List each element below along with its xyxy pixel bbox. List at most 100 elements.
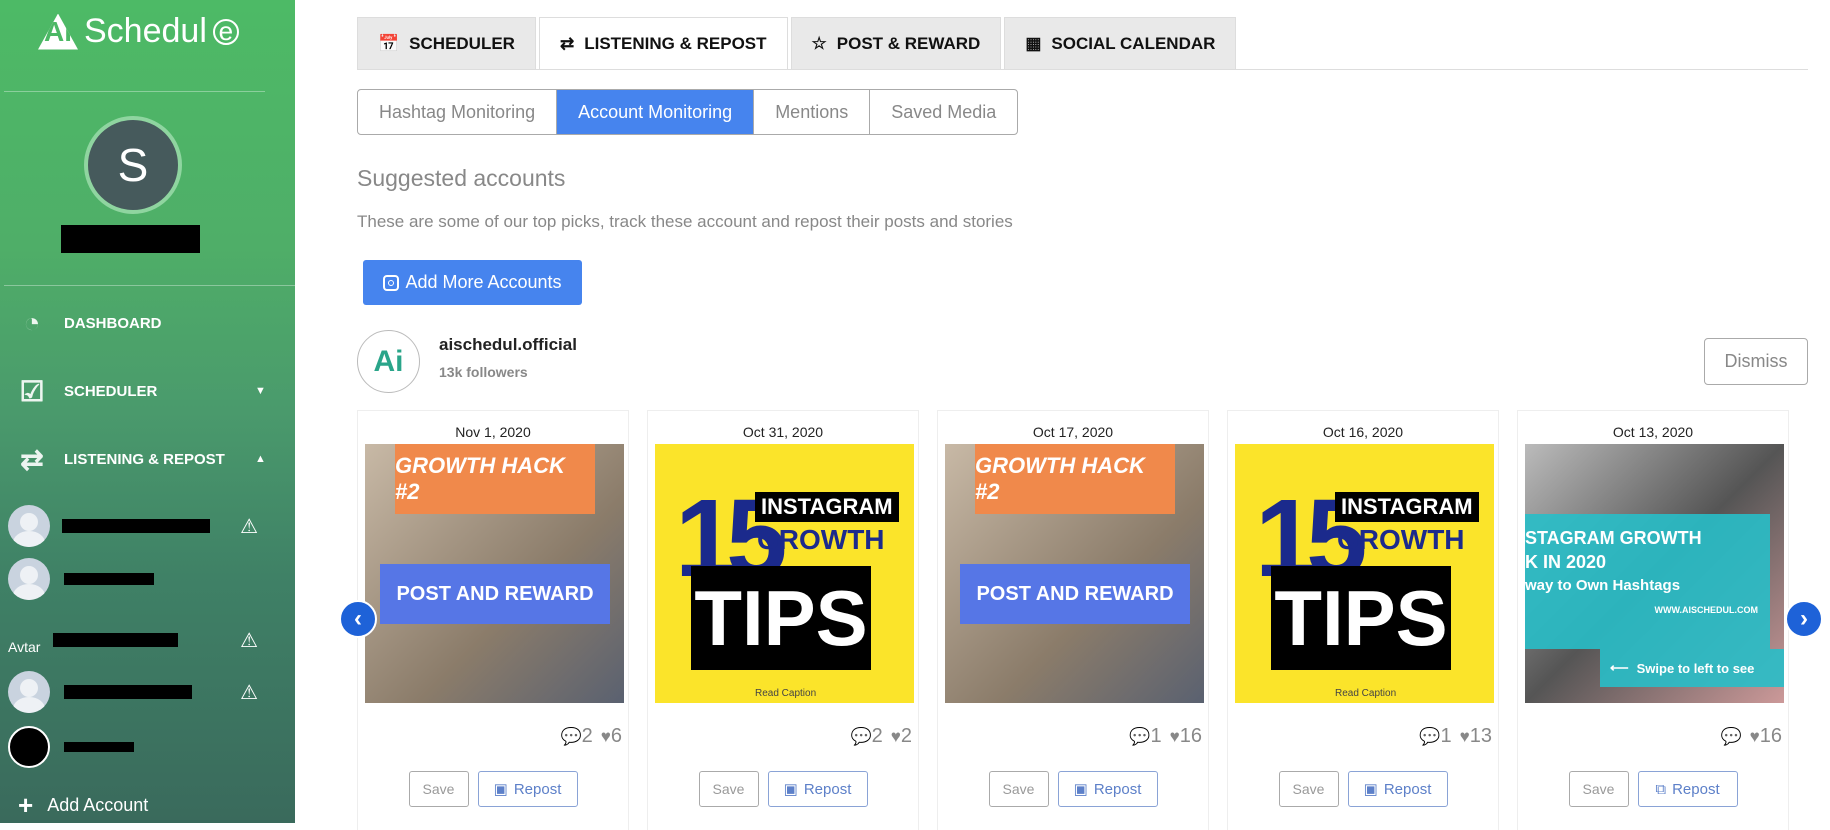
repost-button[interactable]: ▣ Repost	[1347, 771, 1448, 807]
post-card: Nov 1, 2020 GROWTH HACK #2 POST AND REWAR…	[357, 410, 629, 830]
image-text: GROWTH HACK #2	[395, 444, 595, 514]
repost-button[interactable]: ▣ Repost	[1057, 771, 1158, 807]
logo-mark-icon: Ai	[38, 13, 78, 50]
sidebar-account[interactable]: ⚠	[8, 503, 278, 549]
plus-icon: +	[18, 790, 34, 820]
sub-tabs: Hashtag Monitoring Account Monitoring Me…	[357, 89, 1019, 135]
account-name[interactable]: aischedul.official	[439, 335, 577, 355]
main-tabs: 📅 SCHEDULER ⇄ LISTENING & REPOST ☆ POST & R…	[357, 17, 1237, 69]
save-button[interactable]: Save	[1568, 771, 1629, 807]
repost-button[interactable]: ▣ Repost	[477, 771, 578, 807]
repost-button[interactable]: ⧉ Repost	[1637, 771, 1738, 807]
copy-icon: ⧉	[1655, 780, 1667, 798]
image-text: GROWTH HACK #2	[975, 444, 1175, 514]
repost-button[interactable]: ▣ Repost	[767, 771, 868, 807]
subtab-account-monitoring[interactable]: Account Monitoring	[557, 90, 755, 134]
app-logo[interactable]: Ai Schedul e	[38, 12, 239, 51]
sidebar-account[interactable]	[8, 556, 278, 602]
comment-icon: 💬	[1720, 727, 1742, 746]
heart-icon: ♥	[890, 727, 901, 746]
heart-icon: ♥	[1169, 727, 1180, 746]
redacted-name	[64, 685, 192, 699]
post-stats: 💬 ♥16	[1720, 725, 1782, 747]
sidebar-item-scheduler[interactable]: ☑ SCHEDULER ▼	[0, 366, 295, 416]
repeat-icon: ⇄	[20, 443, 44, 475]
post-card: Oct 16, 2020 15 INSTAGRAM GROWTH TIPS Read C…	[1227, 410, 1499, 830]
star-icon: ☆	[811, 33, 827, 53]
redacted-name	[64, 573, 154, 585]
repeat-icon: ⇄	[559, 33, 575, 53]
main-content: 📅 SCHEDULER ⇄ LISTENING & REPOST ☆ POST & R…	[295, 0, 1830, 830]
user-avatar[interactable]: S	[84, 116, 182, 214]
post-stats: 💬2 ♥2	[850, 725, 912, 747]
post-image[interactable]: GROWTH HACK #2 POST AND REWARD	[945, 444, 1204, 703]
post-card: Oct 31, 2020 15 INSTAGRAM GROWTH TIPS Read C…	[647, 410, 919, 830]
sidebar-item-dashboard[interactable]: ◔ DASHBOARD	[0, 298, 295, 348]
warning-icon: ⚠	[240, 629, 258, 652]
post-stats: 💬1 ♥13	[1419, 725, 1492, 747]
heart-icon: ♥	[1749, 727, 1760, 746]
image-text: Read Caption	[1335, 688, 1397, 699]
sidebar-account[interactable]: Avtar ⚠	[8, 617, 278, 663]
avatar	[8, 726, 50, 768]
subtab-saved-media[interactable]: Saved Media	[870, 90, 1017, 134]
save-button[interactable]: Save	[408, 771, 469, 807]
post-carousel: Nov 1, 2020 GROWTH HACK #2 POST AND REWAR…	[357, 410, 1789, 830]
image-text: ⟵ Swipe to left to see	[1600, 649, 1784, 687]
account-avatar[interactable]: Ai	[357, 330, 420, 393]
calendar-check-icon: ☑	[19, 375, 45, 407]
post-image[interactable]: STAGRAM GROWTH K IN 2020 way to Own Hashta…	[1525, 444, 1784, 703]
subtab-hashtag-monitoring[interactable]: Hashtag Monitoring	[358, 90, 558, 134]
post-date: Nov 1, 2020	[455, 424, 531, 440]
tab-post-reward[interactable]: ☆ POST & REWARD	[790, 17, 1002, 69]
avatar	[8, 671, 50, 713]
image-icon: ▣	[783, 781, 798, 798]
image-text: POST AND REWARD	[380, 564, 610, 624]
warning-icon: ⚠	[240, 515, 258, 538]
sidebar: Ai Schedul e S ◔ DASHBOARD ☑ SCHEDULER ▼ ⇄ LIS…	[0, 0, 295, 823]
image-text: TIPS	[691, 566, 871, 670]
save-button[interactable]: Save	[698, 771, 759, 807]
account-followers: 13k followers	[439, 364, 528, 380]
image-text: GROWTH	[1337, 524, 1465, 555]
save-button[interactable]: Save	[988, 771, 1049, 807]
image-icon: ▣	[1363, 781, 1378, 798]
caret-up-icon: ▲	[255, 453, 266, 465]
post-date: Oct 13, 2020	[1612, 424, 1694, 440]
divider	[4, 91, 265, 92]
tab-listening-repost[interactable]: ⇄ LISTENING & REPOST	[538, 17, 788, 69]
subtab-mentions[interactable]: Mentions	[754, 90, 871, 134]
calendar-day-icon: ▦	[1025, 33, 1042, 53]
post-date: Oct 31, 2020	[742, 424, 824, 440]
carousel-next-button[interactable]: ›	[1785, 600, 1823, 638]
sidebar-account[interactable]	[8, 724, 278, 770]
divider	[357, 69, 1808, 70]
redacted-name	[64, 742, 134, 752]
post-image[interactable]: 15 INSTAGRAM GROWTH TIPS Read Caption	[1235, 444, 1494, 703]
save-button[interactable]: Save	[1278, 771, 1339, 807]
warning-icon: ⚠	[240, 681, 258, 704]
avatar	[8, 505, 50, 547]
carousel-prev-button[interactable]: ‹	[339, 600, 377, 638]
image-text: POST AND REWARD	[960, 564, 1190, 624]
redacted-username[interactable]	[61, 225, 200, 253]
image-text: INSTAGRAM	[1335, 492, 1479, 522]
image-text: Read Caption	[755, 688, 817, 699]
tab-social-calendar[interactable]: ▦ SOCIAL CALENDAR	[1004, 17, 1237, 69]
post-card: Oct 13, 2020 STAGRAM GROWTH K IN 2020 way …	[1517, 410, 1789, 830]
sidebar-account[interactable]: ⚠	[8, 669, 278, 715]
post-stats: 💬2 ♥6	[560, 725, 622, 747]
post-image[interactable]: GROWTH HACK #2 POST AND REWARD	[365, 444, 624, 703]
tab-scheduler[interactable]: 📅 SCHEDULER	[357, 17, 536, 69]
pie-chart-icon: ◔	[23, 307, 41, 338]
post-image[interactable]: 15 INSTAGRAM GROWTH TIPS Read Caption	[655, 444, 914, 703]
add-account-button[interactable]: + Add Account	[18, 790, 148, 821]
dismiss-button[interactable]: Dismiss	[1704, 338, 1808, 385]
sidebar-item-listening-repost[interactable]: ⇄ LISTENING & REPOST ▲	[0, 434, 295, 484]
redacted-name	[53, 633, 178, 647]
add-more-accounts-button[interactable]: Add More Accounts	[363, 260, 582, 305]
comment-icon: 💬	[560, 727, 582, 746]
redacted-name	[62, 519, 210, 533]
broken-avatar: Avtar	[8, 639, 41, 655]
heart-icon: ♥	[600, 727, 611, 746]
